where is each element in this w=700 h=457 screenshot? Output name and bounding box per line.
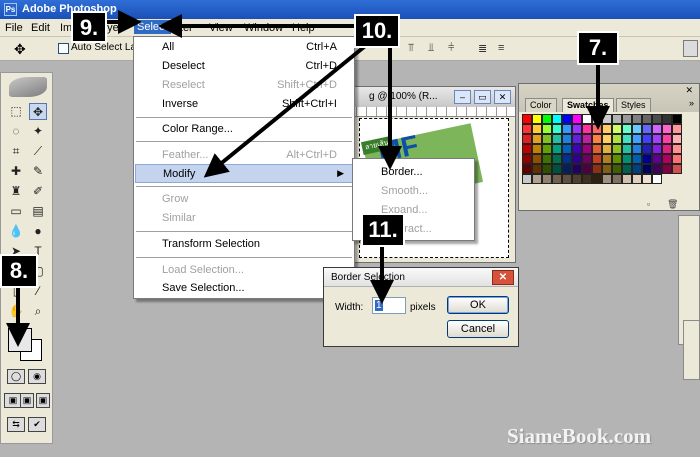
callout-9: 9.	[71, 11, 107, 43]
callout-7: 7.	[577, 31, 619, 65]
callout-10: 10.	[354, 14, 400, 48]
arrow-to-modify	[203, 36, 377, 178]
callout-11: 11.	[361, 213, 405, 247]
callout-8: 8.	[0, 254, 38, 288]
watermark: SiameBook.com	[507, 424, 652, 448]
annotation-arrows	[6, 10, 610, 347]
